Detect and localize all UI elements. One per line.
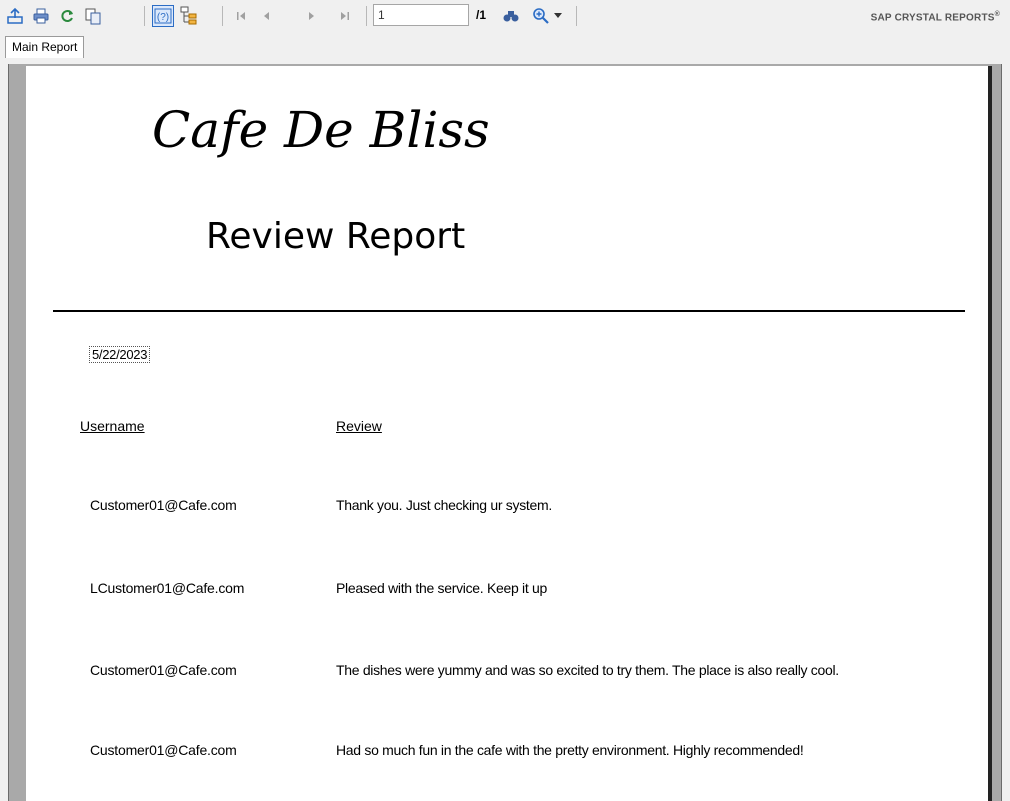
find-icon[interactable] [500, 5, 522, 27]
next-page-icon[interactable] [300, 5, 322, 27]
first-page-icon[interactable] [230, 5, 252, 27]
report-viewer-frame[interactable]: Cafe De Bliss Review Report 5/22/2023 Us… [8, 64, 1002, 801]
column-header-username: Username [80, 418, 145, 434]
row-review: Had so much fun in the cafe with the pre… [336, 742, 804, 758]
report-date: 5/22/2023 [89, 346, 151, 363]
prev-page-icon[interactable] [256, 5, 278, 27]
row-username: Customer01@Cafe.com [90, 742, 237, 758]
last-page-icon[interactable] [334, 5, 356, 27]
row-review: Pleased with the service. Keep it up [336, 580, 547, 596]
toolbar-separator [222, 6, 223, 26]
report-title: Cafe De Bliss [152, 101, 490, 159]
report-page: Cafe De Bliss Review Report 5/22/2023 Us… [26, 66, 992, 801]
row-review: Thank you. Just checking ur system. [336, 497, 552, 513]
copy-icon[interactable] [82, 5, 104, 27]
page-number-input[interactable] [373, 4, 469, 26]
toolbar: (?) /1 SAP CRYSTAL REPORTS® [0, 0, 1010, 34]
page-total-label: /1 [476, 8, 487, 22]
export-icon[interactable] [4, 5, 26, 27]
row-review: The dishes were yummy and was so excited… [336, 662, 839, 678]
svg-text:(?): (?) [157, 12, 169, 23]
toolbar-separator [576, 6, 577, 26]
row-username: Customer01@Cafe.com [90, 497, 237, 513]
dropdown-arrow-icon[interactable] [552, 5, 564, 27]
refresh-icon[interactable] [56, 5, 78, 27]
group-tree-icon[interactable] [178, 5, 200, 27]
row-username: LCustomer01@Cafe.com [90, 580, 245, 596]
crystal-report-viewer: (?) /1 SAP CRYSTAL REPORTS® [0, 0, 1010, 801]
zoom-icon[interactable] [530, 5, 552, 27]
toolbar-separator [144, 6, 145, 26]
tab-main-report[interactable]: Main Report [5, 36, 85, 58]
help-icon[interactable]: (?) [152, 5, 174, 27]
brand-label: SAP CRYSTAL REPORTS® [870, 11, 1000, 24]
toolbar-separator [366, 6, 367, 26]
column-header-review: Review [336, 418, 382, 434]
header-divider [53, 310, 965, 312]
row-username: Customer01@Cafe.com [90, 662, 237, 678]
print-icon[interactable] [30, 5, 52, 27]
tab-strip: Main Report [0, 34, 1010, 60]
report-subtitle: Review Report [206, 216, 466, 257]
